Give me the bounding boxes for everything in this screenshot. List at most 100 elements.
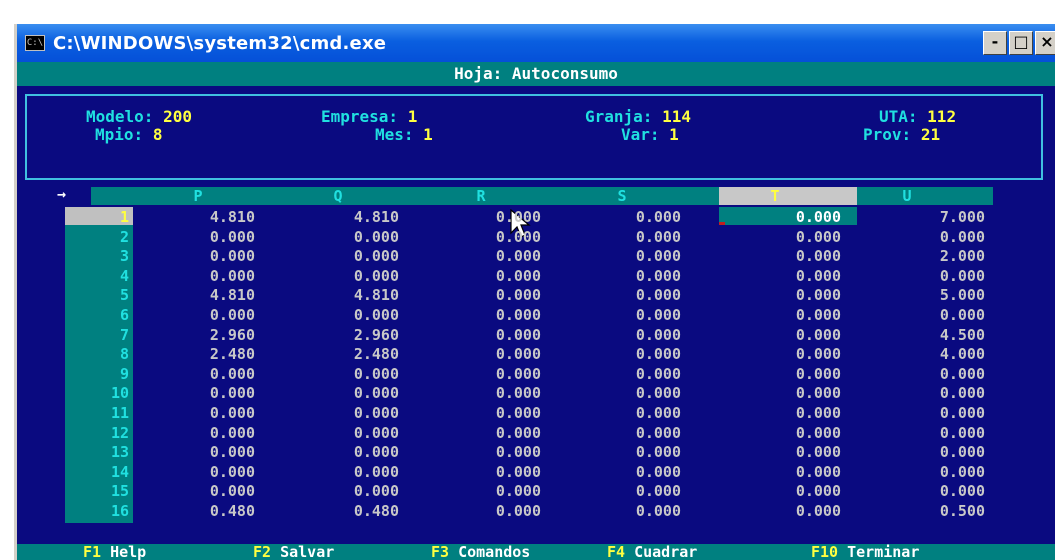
grid-cell[interactable]: 0.000	[721, 308, 841, 323]
grid-cell[interactable]: 0.000	[561, 210, 681, 225]
grid-cell[interactable]: 4.810	[279, 288, 399, 303]
grid-cell[interactable]: 0.000	[135, 386, 255, 401]
grid-cell[interactable]: 0.000	[721, 347, 841, 362]
grid-cell[interactable]: 0.000	[721, 210, 841, 225]
grid-cell[interactable]: 0.000	[865, 308, 985, 323]
grid-cell[interactable]: 0.000	[721, 484, 841, 499]
grid-cell[interactable]: 0.000	[135, 308, 255, 323]
function-key-f4[interactable]: F4 Cuadrar	[607, 544, 697, 560]
grid-cell[interactable]: 0.000	[421, 406, 541, 421]
grid-cell[interactable]: 0.000	[279, 249, 399, 264]
function-key-f3[interactable]: F3 Comandos	[431, 544, 530, 560]
maximize-button[interactable]: □	[1009, 31, 1033, 55]
grid-cell[interactable]: 0.500	[865, 504, 985, 519]
function-key-f10[interactable]: F10 Terminar	[811, 544, 919, 560]
grid-cell[interactable]: 0.000	[561, 504, 681, 519]
grid-cell[interactable]: 0.000	[721, 366, 841, 382]
grid-cell[interactable]: 0.000	[421, 445, 541, 460]
grid-cell[interactable]: 0.000	[721, 406, 841, 421]
grid-cell[interactable]: 0.000	[421, 229, 541, 245]
grid-cell[interactable]: 4.810	[279, 210, 399, 225]
grid-cell[interactable]: 0.000	[561, 268, 681, 284]
grid-cell[interactable]: 0.000	[561, 445, 681, 460]
grid-cell[interactable]: 0.000	[865, 484, 985, 499]
grid-cell[interactable]: 0.000	[561, 308, 681, 323]
row-number[interactable]: 9	[65, 366, 133, 382]
grid-cell[interactable]: 0.000	[135, 484, 255, 499]
row-number[interactable]: 15	[65, 484, 133, 499]
grid-cell[interactable]: 0.000	[865, 229, 985, 245]
column-header-s[interactable]: S	[607, 187, 637, 205]
grid-cell[interactable]: 0.000	[135, 366, 255, 382]
grid-cell[interactable]: 0.000	[421, 504, 541, 519]
grid-cell[interactable]: 0.000	[721, 288, 841, 303]
grid-cell[interactable]: 0.480	[135, 504, 255, 519]
grid-cell[interactable]: 0.000	[721, 249, 841, 264]
grid-cell[interactable]: 0.000	[279, 229, 399, 245]
grid-cell[interactable]: 0.000	[279, 425, 399, 441]
grid-cell[interactable]: 0.000	[421, 249, 541, 264]
grid-cell[interactable]: 0.000	[865, 445, 985, 460]
grid-cell[interactable]: 0.000	[279, 268, 399, 284]
grid-cell[interactable]: 0.000	[135, 268, 255, 284]
grid-cell[interactable]: 0.000	[865, 366, 985, 382]
grid-cell[interactable]: 0.000	[721, 504, 841, 519]
grid-cell[interactable]: 0.480	[279, 504, 399, 519]
row-number[interactable]: 11	[65, 406, 133, 421]
grid-cell[interactable]: 2.960	[135, 327, 255, 343]
grid-cell[interactable]: 0.000	[561, 347, 681, 362]
close-button[interactable]: ×	[1035, 31, 1055, 55]
grid-cell[interactable]: 5.000	[865, 288, 985, 303]
grid-cell[interactable]: 0.000	[561, 366, 681, 382]
grid-cell[interactable]: 0.000	[721, 386, 841, 401]
grid-cell[interactable]: 0.000	[721, 464, 841, 480]
grid-cell[interactable]: 0.000	[135, 445, 255, 460]
row-number[interactable]: 12	[65, 425, 133, 441]
grid-cell[interactable]: 0.000	[721, 425, 841, 441]
row-number[interactable]: 14	[65, 464, 133, 480]
grid-cell[interactable]: 4.810	[135, 210, 255, 225]
grid-cell[interactable]: 0.000	[865, 425, 985, 441]
grid-cell[interactable]: 0.000	[421, 210, 541, 225]
minimize-button[interactable]: -	[983, 31, 1007, 55]
grid-cell[interactable]: 0.000	[721, 445, 841, 460]
row-number[interactable]: 16	[65, 504, 133, 519]
row-number[interactable]: 4	[65, 268, 133, 284]
grid-cell[interactable]: 2.480	[135, 347, 255, 362]
row-number[interactable]: 5	[65, 288, 133, 303]
grid-cell[interactable]: 4.500	[865, 327, 985, 343]
grid-cell[interactable]: 0.000	[279, 464, 399, 480]
grid-cell[interactable]: 0.000	[561, 464, 681, 480]
grid-cell[interactable]: 2.000	[865, 249, 985, 264]
function-key-f2[interactable]: F2 Salvar	[253, 544, 334, 560]
grid-cell[interactable]: 0.000	[279, 445, 399, 460]
grid-cell[interactable]: 0.000	[135, 406, 255, 421]
grid-cell[interactable]: 0.000	[421, 425, 541, 441]
row-number[interactable]: 6	[65, 308, 133, 323]
column-header-u[interactable]: U	[892, 187, 922, 205]
row-number[interactable]: 2	[65, 229, 133, 245]
grid-cell[interactable]: 0.000	[279, 366, 399, 382]
cmd-icon[interactable]: C:\	[25, 35, 45, 51]
grid-cell[interactable]: 0.000	[421, 308, 541, 323]
grid-cell[interactable]: 0.000	[721, 229, 841, 245]
grid-cell[interactable]: 7.000	[865, 210, 985, 225]
grid-cell[interactable]: 2.480	[279, 347, 399, 362]
grid-cell[interactable]: 0.000	[721, 268, 841, 284]
grid-cell[interactable]: 0.000	[135, 464, 255, 480]
grid-cell[interactable]: 0.000	[279, 386, 399, 401]
grid-cell[interactable]: 0.000	[865, 464, 985, 480]
grid-cell[interactable]: 0.000	[561, 484, 681, 499]
grid-cell[interactable]: 0.000	[279, 308, 399, 323]
column-header-t[interactable]: T	[760, 187, 790, 205]
row-number[interactable]: 10	[65, 386, 133, 401]
grid-cell[interactable]: 0.000	[279, 406, 399, 421]
column-header-q[interactable]: Q	[323, 187, 353, 205]
grid-cell[interactable]: 0.000	[279, 484, 399, 499]
grid-cell[interactable]: 0.000	[865, 386, 985, 401]
row-number[interactable]: 3	[65, 249, 133, 264]
grid-cell[interactable]: 4.810	[135, 288, 255, 303]
grid-cell[interactable]: 0.000	[421, 484, 541, 499]
row-number[interactable]: 7	[65, 327, 133, 343]
row-number[interactable]: 1	[65, 210, 133, 225]
